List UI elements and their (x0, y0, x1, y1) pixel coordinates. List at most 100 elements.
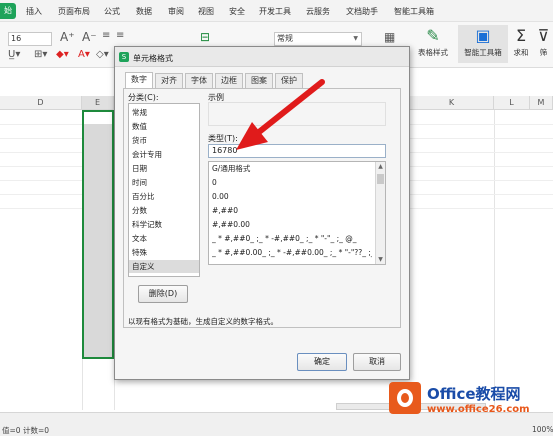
menu-cloud[interactable]: 云服务 (306, 6, 330, 17)
font-shrink-icon[interactable]: A⁻ (82, 30, 97, 44)
border-icon[interactable]: ⊞▾ (34, 49, 47, 60)
merge-center-icon[interactable]: ⊟ (200, 30, 210, 44)
menu-bar: 始 插入 页面布局 公式 数据 审阅 视图 安全 开发工具 云服务 文档助手 智… (0, 0, 553, 22)
watermark-title: Office教程网 (427, 385, 521, 403)
category-item-general[interactable]: 常规 (132, 106, 198, 119)
number-format-value: 常规 (277, 34, 293, 43)
menu-insert[interactable]: 插入 (26, 6, 42, 17)
column-header-e[interactable]: E (82, 96, 114, 110)
underline-icon[interactable]: U̲▾ (8, 49, 20, 60)
font-size-value: 16 (11, 34, 22, 43)
menu-data[interactable]: 数据 (136, 6, 152, 17)
filter-icon: ⊽ (537, 26, 550, 45)
selected-range[interactable] (82, 110, 114, 359)
clear-icon[interactable]: ◇▾ (96, 49, 109, 60)
category-item-percentage[interactable]: 百分比 (132, 190, 198, 203)
format-list-scrollbar[interactable]: ▲ ▼ (375, 162, 385, 264)
tab-protection[interactable]: 保护 (275, 73, 303, 88)
type-label: 类型(T): (208, 134, 238, 143)
status-summary: 值=0 计数=0 (2, 426, 49, 435)
category-label: 分类(C): (128, 93, 159, 102)
tab-alignment[interactable]: 对齐 (155, 73, 183, 88)
table-style-icon: ✎ (426, 26, 440, 45)
menu-page-layout[interactable]: 页面布局 (58, 6, 90, 17)
category-item-time[interactable]: 时间 (132, 176, 198, 189)
active-cell[interactable] (84, 112, 112, 124)
chevron-down-icon: ▼ (353, 35, 358, 42)
font-grow-icon[interactable]: A⁺ (60, 30, 75, 44)
tab-border[interactable]: 边框 (215, 73, 243, 88)
menu-developer[interactable]: 开发工具 (259, 6, 291, 17)
category-item-special[interactable]: 特殊 (132, 246, 198, 259)
fill-color-icon[interactable]: ◆▾ (56, 49, 69, 60)
format-item[interactable]: 0 (212, 177, 372, 189)
category-list[interactable]: 常规 数值 货币 会计专用 日期 时间 百分比 分数 科学记数 文本 特殊 自定… (128, 103, 200, 277)
category-item-text[interactable]: 文本 (132, 232, 198, 245)
app-logo-icon: S (119, 52, 129, 62)
ok-button[interactable]: 确定 (297, 353, 347, 371)
scroll-up-icon[interactable]: ▲ (376, 162, 385, 171)
format-item[interactable]: _ * #,##0_ ;_ * -#,##0_ ;_ * "-"_ ;_ @_ (212, 233, 372, 245)
type-input[interactable]: 16780 (208, 144, 386, 158)
watermark-url: www.office26.com (427, 404, 530, 415)
dialog-title: 单元格格式 (133, 54, 173, 63)
format-item[interactable]: G/通用格式 (212, 163, 372, 175)
gridline (494, 110, 495, 410)
menu-security[interactable]: 安全 (229, 6, 245, 17)
conditional-format-icon[interactable]: ▦ (384, 30, 395, 44)
tab-font[interactable]: 字体 (185, 73, 213, 88)
watermark: Office教程网 www.office26.com (385, 380, 553, 422)
format-item[interactable]: #,##0.00 (212, 219, 372, 231)
smart-toolbox-label: 智能工具箱 (464, 48, 502, 57)
category-item-scientific[interactable]: 科学记数 (132, 218, 198, 231)
sum-label: 求和 (513, 48, 529, 57)
format-list[interactable]: G/通用格式 0 0.00 #,##0 #,##0.00 _ * #,##0_ … (208, 161, 386, 265)
delete-button[interactable]: 删除(D) (138, 285, 188, 303)
category-item-fraction[interactable]: 分数 (132, 204, 198, 217)
format-item[interactable]: _ * #,##0.00_ ;_ * -#,##0.00_ ;_ * "-"??… (212, 247, 372, 259)
category-item-number[interactable]: 数值 (132, 120, 198, 133)
toolbox-icon: ▣ (475, 26, 491, 45)
format-item[interactable]: 0.00 (212, 191, 372, 203)
column-header-l[interactable]: L (494, 96, 530, 110)
table-style-label: 表格样式 (418, 48, 448, 57)
filter-label: 筛 (539, 48, 548, 57)
office-logo-icon (389, 382, 421, 414)
sum-button[interactable]: Σ 求和 (508, 25, 534, 58)
column-header-k[interactable]: K (410, 96, 494, 110)
category-item-accounting[interactable]: 会计专用 (132, 148, 198, 161)
sample-box (208, 102, 386, 126)
office-logo-ring (397, 389, 413, 407)
column-header-m[interactable]: M (530, 96, 553, 110)
tab-number[interactable]: 数字 (125, 72, 153, 89)
format-cells-dialog: S 单元格格式 数字 对齐 字体 边框 图案 保护 分类(C): 常规 数值 货… (114, 46, 410, 380)
font-size-select[interactable]: 16 (8, 32, 52, 46)
category-item-date[interactable]: 日期 (132, 162, 198, 175)
format-item[interactable]: #,##0 (212, 205, 372, 217)
table-style-button[interactable]: ✎ 表格样式 (410, 25, 456, 58)
cancel-button[interactable]: 取消 (353, 353, 401, 371)
column-header-d[interactable]: D (0, 96, 82, 110)
category-item-custom[interactable]: 自定义 (129, 260, 199, 273)
filter-button[interactable]: ⊽ 筛 (534, 25, 553, 58)
menu-start-tab[interactable]: 始 (0, 3, 16, 19)
menu-doc-assistant[interactable]: 文档助手 (346, 6, 378, 17)
sigma-icon: Σ (515, 26, 527, 45)
category-item-currency[interactable]: 货币 (132, 134, 198, 147)
menu-review[interactable]: 审阅 (168, 6, 184, 17)
tab-pattern[interactable]: 图案 (245, 73, 273, 88)
dialog-title-bar[interactable]: S 单元格格式 (115, 47, 409, 67)
scroll-down-icon[interactable]: ▼ (376, 255, 385, 264)
menu-formulas[interactable]: 公式 (104, 6, 120, 17)
menu-view[interactable]: 视图 (198, 6, 214, 17)
align-top-icon[interactable]: ≡ (102, 30, 110, 41)
scroll-thumb[interactable] (377, 174, 384, 184)
align-middle-icon[interactable]: ≡ (116, 30, 124, 41)
format-description: 以现有格式为基础，生成自定义的数字格式。 (128, 317, 278, 326)
font-color-icon[interactable]: A▾ (78, 49, 90, 60)
number-format-select[interactable]: 常规 ▼ (274, 32, 362, 46)
zoom-level[interactable]: 100% (532, 425, 553, 434)
number-tab-panel: 分类(C): 常规 数值 货币 会计专用 日期 时间 百分比 分数 科学记数 文… (123, 88, 401, 328)
smart-toolbox-button[interactable]: ▣ 智能工具箱 (458, 25, 508, 63)
menu-smart-toolbox[interactable]: 智能工具箱 (394, 6, 434, 17)
